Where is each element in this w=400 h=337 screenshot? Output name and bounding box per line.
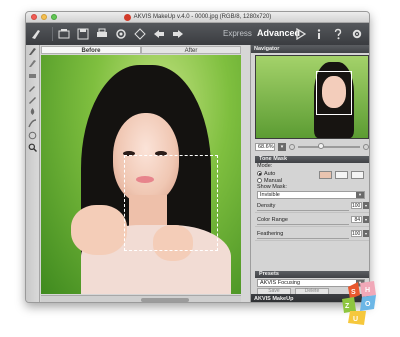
feathering-stepper[interactable]: ▾	[363, 230, 369, 237]
left-tool-panel	[26, 45, 40, 302]
skin-color-swatch[interactable]	[319, 171, 332, 179]
color-range-slider[interactable]	[257, 224, 349, 225]
save-image-icon[interactable]	[76, 27, 90, 41]
history-brush-tool-icon[interactable]	[27, 130, 39, 141]
density-slider[interactable]	[257, 210, 349, 211]
navigator-title: Navigator	[254, 46, 280, 52]
print-icon[interactable]	[95, 27, 109, 41]
minimize-window-button[interactable]	[41, 14, 47, 20]
eraser-tool-icon[interactable]	[27, 70, 39, 81]
akvis-logo-icon	[123, 13, 131, 21]
info-icon[interactable]	[312, 27, 326, 41]
density-param: Density 100 ▾	[255, 199, 369, 213]
shzou-watermark-logo: S H Z O U	[342, 281, 376, 325]
view-tabs: Before After	[41, 46, 241, 54]
mode-auto-label: Auto	[264, 170, 276, 177]
color-swatch-2[interactable]	[335, 171, 348, 179]
zoom-out-icon[interactable]	[289, 143, 295, 150]
zoom-value-field[interactable]: 68.6%	[255, 142, 275, 151]
open-image-icon[interactable]	[57, 27, 71, 41]
zoom-slider[interactable]	[298, 142, 360, 149]
mode-manual-label: Manual	[264, 177, 283, 184]
watermark-letter-h: H	[365, 287, 370, 294]
feathering-param: Feathering 100 ▾	[255, 227, 369, 241]
color-range-param: Color Range 84 ▾	[255, 213, 369, 227]
photo-left-hand	[71, 205, 127, 255]
mask-brush-tool-icon[interactable]	[27, 46, 39, 57]
chevron-down-icon: ▾	[356, 192, 364, 198]
share-icon[interactable]	[114, 27, 128, 41]
density-stepper[interactable]: ▾	[363, 202, 369, 209]
show-mask-value: Invisible	[260, 192, 280, 198]
smudge-tool-icon[interactable]	[27, 118, 39, 129]
eyedropper-tool-icon[interactable]	[27, 82, 39, 93]
zoom-tool-icon[interactable]	[27, 142, 39, 153]
image-canvas[interactable]	[41, 55, 241, 294]
blur-tool-icon[interactable]	[27, 106, 39, 117]
help-icon[interactable]	[331, 27, 345, 41]
density-label: Density	[257, 202, 276, 209]
zoom-in-icon[interactable]	[363, 143, 369, 150]
zoom-slider-thumb[interactable]	[317, 142, 324, 149]
run-play-icon[interactable]	[293, 27, 307, 41]
color-swatches	[319, 171, 364, 179]
color-swatch-3[interactable]	[351, 171, 364, 179]
window-title: AKVIS MakeUp v.4.0 - 0000.jpg (RGB/8, 12…	[133, 14, 272, 20]
main-toolbar: Express Advanced	[26, 23, 369, 45]
tone-mask-header[interactable]: Tone Mask	[255, 156, 369, 163]
window-title-wrap: AKVIS MakeUp v.4.0 - 0000.jpg (RGB/8, 12…	[123, 13, 272, 21]
redo-icon[interactable]	[171, 27, 185, 41]
color-range-value-field[interactable]: 84	[351, 216, 362, 223]
mode-label: Mode:	[257, 163, 273, 169]
pencil-tool-icon[interactable]	[27, 94, 39, 105]
tab-before[interactable]: Before	[41, 46, 141, 54]
settings-gear-icon[interactable]	[350, 27, 364, 41]
close-window-button[interactable]	[31, 14, 37, 20]
feathering-slider[interactable]	[257, 238, 349, 239]
watermark-letter-s: S	[351, 289, 356, 296]
feathering-value-field[interactable]: 100	[351, 230, 362, 237]
navigator-thumbnail	[256, 56, 368, 138]
mode-express-button[interactable]: Express	[223, 29, 252, 38]
watermark-letter-o: O	[365, 301, 371, 308]
retouch-brush-tool-icon[interactable]	[27, 58, 39, 69]
show-mask-select[interactable]: Invisible ▾	[257, 191, 365, 199]
app-window: AKVIS MakeUp v.4.0 - 0000.jpg (RGB/8, 12…	[25, 11, 370, 303]
navigator-preview[interactable]	[255, 55, 369, 139]
mode-manual-radio[interactable]	[257, 178, 262, 183]
selection-marquee[interactable]	[124, 155, 218, 251]
tab-after[interactable]: After	[141, 46, 241, 54]
watermark-letter-z: Z	[345, 303, 350, 310]
window-controls	[31, 14, 57, 20]
title-bar: AKVIS MakeUp v.4.0 - 0000.jpg (RGB/8, 12…	[26, 12, 369, 23]
watermark-letter-u: U	[353, 316, 358, 323]
toolbar-right-group	[293, 27, 364, 41]
color-range-label: Color Range	[257, 216, 288, 223]
undo-icon[interactable]	[152, 27, 166, 41]
mode-auto-radio[interactable]	[257, 171, 262, 176]
toolbar-separator	[52, 27, 53, 41]
canvas-horizontal-scrollbar[interactable]	[41, 295, 241, 302]
preset-value: AKVIS Focusing	[260, 280, 301, 286]
zoom-controls: 68.6% ▾	[255, 142, 369, 151]
right-panel: Navigator 68.6% ▾ Tone Mask Mode: Auto M…	[250, 45, 369, 302]
navigator-header: Navigator	[251, 45, 369, 53]
feathering-label: Feathering	[257, 230, 284, 237]
density-value-field[interactable]: 100	[351, 202, 362, 209]
scrollbar-thumb[interactable]	[141, 298, 189, 302]
batch-process-icon[interactable]	[133, 27, 147, 41]
color-range-stepper[interactable]: ▾	[363, 216, 369, 223]
zoom-dropdown-icon[interactable]: ▾	[278, 142, 286, 151]
navigator-view-rectangle[interactable]	[316, 71, 352, 115]
show-mask-label: Show Mask:	[257, 184, 287, 190]
akvis-brush-logo-icon	[29, 27, 43, 41]
maximize-window-button[interactable]	[51, 14, 57, 20]
settings-panel: Tone Mask Mode: Auto Manual Show Mask: I…	[255, 156, 369, 268]
